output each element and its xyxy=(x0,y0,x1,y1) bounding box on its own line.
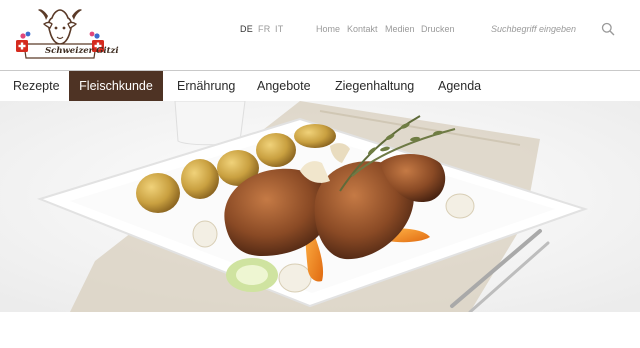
main-nav: Rezepte Fleischkunde Ernährung Angebote … xyxy=(0,71,640,101)
kontakt-link[interactable]: Kontakt xyxy=(347,24,378,34)
nav-item-rezepte[interactable]: Rezepte xyxy=(13,71,60,101)
site-logo[interactable]: Schweizer Gitzi xyxy=(14,6,119,64)
search-input[interactable] xyxy=(491,20,595,38)
page-bottom-area xyxy=(0,312,640,348)
search-icon[interactable] xyxy=(601,22,615,36)
site-header: Schweizer Gitzi DE FR IT Home Kontakt Me… xyxy=(0,0,640,70)
logo-wordmark: Schweizer Gitzi xyxy=(45,46,119,56)
nav-item-ziegenhaltung[interactable]: Ziegenhaltung xyxy=(335,71,414,101)
nav-item-angebote[interactable]: Angebote xyxy=(257,71,311,101)
lang-fr-link[interactable]: FR xyxy=(258,24,270,34)
nav-item-agenda[interactable]: Agenda xyxy=(438,71,481,101)
roast-goat-dish-image xyxy=(0,101,640,312)
medien-link[interactable]: Medien xyxy=(385,24,415,34)
drucken-link[interactable]: Drucken xyxy=(421,24,455,34)
nav-item-ernaehrung[interactable]: Ernährung xyxy=(177,71,235,101)
search-box xyxy=(491,18,619,40)
lang-it-link[interactable]: IT xyxy=(275,24,283,34)
nav-item-fleischkunde[interactable]: Fleischkunde xyxy=(69,71,163,101)
home-link[interactable]: Home xyxy=(316,24,340,34)
lang-de-link[interactable]: DE xyxy=(240,24,253,34)
hero-image xyxy=(0,101,640,312)
